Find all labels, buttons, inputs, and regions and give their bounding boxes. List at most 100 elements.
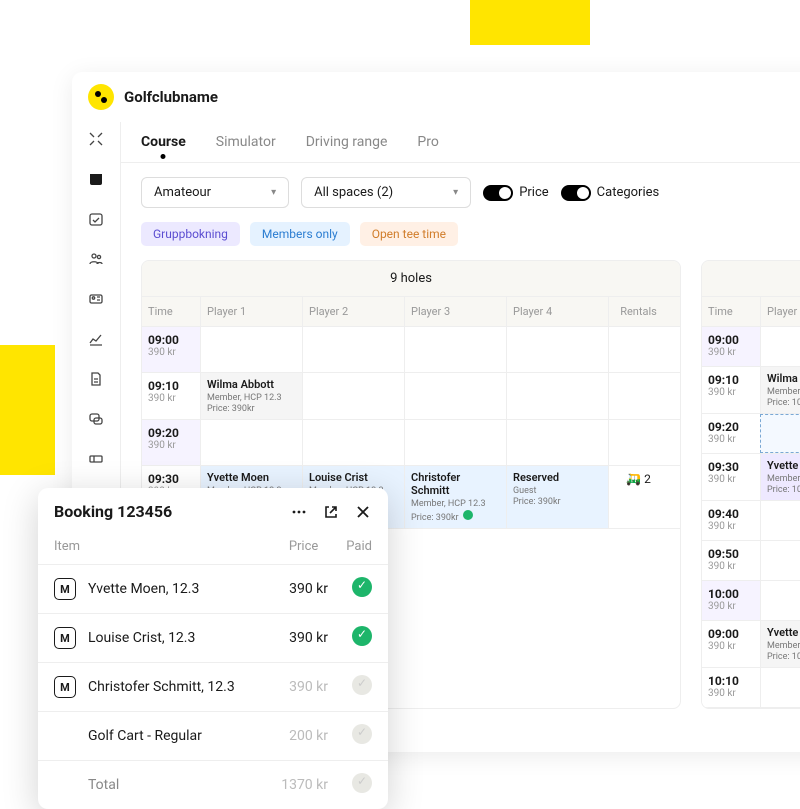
pill-members-only[interactable]: Members only bbox=[250, 222, 350, 246]
empty-slot[interactable] bbox=[760, 501, 800, 540]
paid-indicator bbox=[352, 675, 372, 695]
player-price: Price: 100 kr bbox=[767, 485, 800, 495]
schedule-row: 09:00 390 kr bbox=[142, 327, 680, 373]
empty-slot[interactable] bbox=[506, 327, 608, 372]
time-cell[interactable]: 09:30 390 kr bbox=[702, 454, 760, 500]
topbar: Golfclubname bbox=[72, 72, 800, 122]
calendar-check-icon[interactable] bbox=[87, 210, 105, 228]
player-price: Price: 100 kr bbox=[767, 398, 800, 408]
time-cell[interactable]: 09:20 390 kr bbox=[142, 420, 200, 465]
header-time: Time bbox=[142, 297, 200, 326]
booking-line-item[interactable]: M Christofer Schmitt, 12.3 390 kr bbox=[38, 662, 388, 711]
time-price: 390 kr bbox=[708, 521, 754, 532]
tab-pro[interactable]: Pro bbox=[417, 134, 438, 162]
time-cell[interactable]: 09:10 390 kr bbox=[702, 367, 760, 413]
chevron-down-icon: ▾ bbox=[271, 187, 276, 198]
id-card-icon[interactable] bbox=[87, 290, 105, 308]
filters: Amateour▾ All spaces (2)▾ Price Categori… bbox=[121, 163, 800, 222]
tab-simulator[interactable]: Simulator bbox=[216, 134, 276, 162]
player-name: Louise Crist bbox=[309, 471, 398, 484]
time-value: 09:20 bbox=[148, 426, 194, 440]
player-slot[interactable]: Yvette Moen Member, HCP 12. Price: 100 k… bbox=[760, 454, 800, 500]
users-icon[interactable] bbox=[87, 250, 105, 268]
expand-icon[interactable] bbox=[87, 130, 105, 148]
time-cell[interactable]: 09:20 390 kr bbox=[702, 414, 760, 453]
time-cell[interactable]: 09:00 390 kr bbox=[702, 327, 760, 366]
booking-line-item[interactable]: M Louise Crist, 12.3 390 kr bbox=[38, 613, 388, 662]
switch-icon bbox=[561, 185, 591, 201]
cart-icon: 🛺 2 bbox=[626, 472, 651, 486]
rentals-cell[interactable] bbox=[608, 327, 668, 372]
drop-target[interactable]: ✕ bbox=[760, 414, 800, 453]
schedule-row: 09:00 390 kr Yvette Moen Member, HCP 12.… bbox=[702, 621, 800, 668]
empty-slot[interactable] bbox=[760, 581, 800, 620]
time-price: 390 kr bbox=[148, 347, 194, 358]
empty-slot[interactable] bbox=[302, 327, 404, 372]
time-price: 390 kr bbox=[708, 474, 754, 485]
empty-slot[interactable] bbox=[302, 420, 404, 465]
time-value: 09:00 bbox=[708, 333, 754, 347]
panel-title: 9 holes bbox=[142, 261, 680, 297]
player-sub: Guest bbox=[513, 486, 602, 496]
tab-course[interactable]: Course bbox=[141, 134, 186, 162]
time-cell[interactable]: 10:10 390 kr bbox=[702, 668, 760, 707]
rentals-cell[interactable] bbox=[608, 373, 668, 419]
schedule-row: 10:00 390 kr bbox=[702, 581, 800, 621]
time-price: 390 kr bbox=[148, 393, 194, 404]
chat-icon[interactable] bbox=[87, 410, 105, 428]
spaces-select[interactable]: All spaces (2)▾ bbox=[301, 177, 471, 208]
more-icon[interactable] bbox=[290, 503, 308, 521]
empty-slot[interactable] bbox=[506, 420, 608, 465]
categories-toggle[interactable]: Categories bbox=[561, 185, 660, 201]
analytics-icon[interactable] bbox=[87, 330, 105, 348]
price-toggle[interactable]: Price bbox=[483, 185, 548, 201]
player-name: Yvette Moen bbox=[767, 459, 800, 472]
external-link-icon[interactable] bbox=[322, 503, 340, 521]
player-name: Reserved bbox=[513, 471, 602, 484]
empty-slot[interactable] bbox=[302, 373, 404, 419]
booking-line-item[interactable]: M Yvette Moen, 12.3 390 kr bbox=[38, 564, 388, 613]
player-slot[interactable]: Yvette Moen Member, HCP 12. Price: 100 k… bbox=[760, 621, 800, 667]
player-name: Yvette Moen bbox=[767, 626, 800, 639]
time-value: 09:20 bbox=[708, 420, 754, 434]
time-cell[interactable]: 10:00 390 kr bbox=[702, 581, 760, 620]
close-icon[interactable] bbox=[354, 503, 372, 521]
time-cell[interactable]: 09:40 390 kr bbox=[702, 501, 760, 540]
player-slot[interactable]: Reserved Guest Price: 390kr bbox=[506, 466, 608, 528]
header-player-1: Player 1 bbox=[200, 297, 302, 326]
empty-slot[interactable] bbox=[760, 668, 800, 707]
tab-driving-range[interactable]: Driving range bbox=[306, 134, 388, 162]
calendar-icon[interactable] bbox=[87, 170, 105, 188]
empty-slot[interactable] bbox=[200, 420, 302, 465]
rentals-cell[interactable] bbox=[608, 420, 668, 465]
pill-open-tee[interactable]: Open tee time bbox=[360, 222, 458, 246]
time-cell[interactable]: 09:10 390 kr bbox=[142, 373, 200, 419]
empty-slot[interactable] bbox=[404, 420, 506, 465]
time-cell[interactable]: 09:00 390 kr bbox=[142, 327, 200, 372]
level-select[interactable]: Amateour▾ bbox=[141, 177, 289, 208]
empty-slot[interactable] bbox=[760, 327, 800, 366]
document-icon[interactable] bbox=[87, 370, 105, 388]
rentals-cell[interactable]: 🛺 2 bbox=[608, 466, 668, 528]
item-name: Christofer Schmitt, 12.3 bbox=[88, 679, 256, 695]
item-price: 390 kr bbox=[256, 581, 328, 597]
empty-slot[interactable] bbox=[404, 327, 506, 372]
grid-header: Time Player 1 bbox=[702, 297, 800, 327]
empty-slot[interactable] bbox=[200, 327, 302, 372]
time-cell[interactable]: 09:00 390 kr bbox=[702, 621, 760, 667]
pill-group-booking[interactable]: Gruppbokning bbox=[141, 222, 240, 246]
player-slot[interactable]: Wilma Abbott Member, HCP 12. Price: 100 … bbox=[760, 367, 800, 413]
player-slot[interactable]: Wilma Abbott Member, HCP 12.3 Price: 390… bbox=[200, 373, 302, 419]
ticket-icon[interactable] bbox=[87, 450, 105, 468]
booking-line-item[interactable]: Golf Cart - Regular 200 kr bbox=[38, 711, 388, 760]
player-slot[interactable]: Christofer Schmitt Member, HCP 12.3 Pric… bbox=[404, 466, 506, 528]
booking-columns: Item PricePaid bbox=[38, 535, 388, 564]
empty-slot[interactable] bbox=[404, 373, 506, 419]
player-sub: Member, HCP 12.3 bbox=[411, 499, 500, 509]
player-sub: Member, HCP 12.3 bbox=[207, 393, 296, 403]
schedule-row: 09:00 390 kr bbox=[702, 327, 800, 367]
time-cell[interactable]: 09:50 390 kr bbox=[702, 541, 760, 580]
empty-slot[interactable] bbox=[760, 541, 800, 580]
col-price: Price bbox=[289, 539, 318, 554]
empty-slot[interactable] bbox=[506, 373, 608, 419]
